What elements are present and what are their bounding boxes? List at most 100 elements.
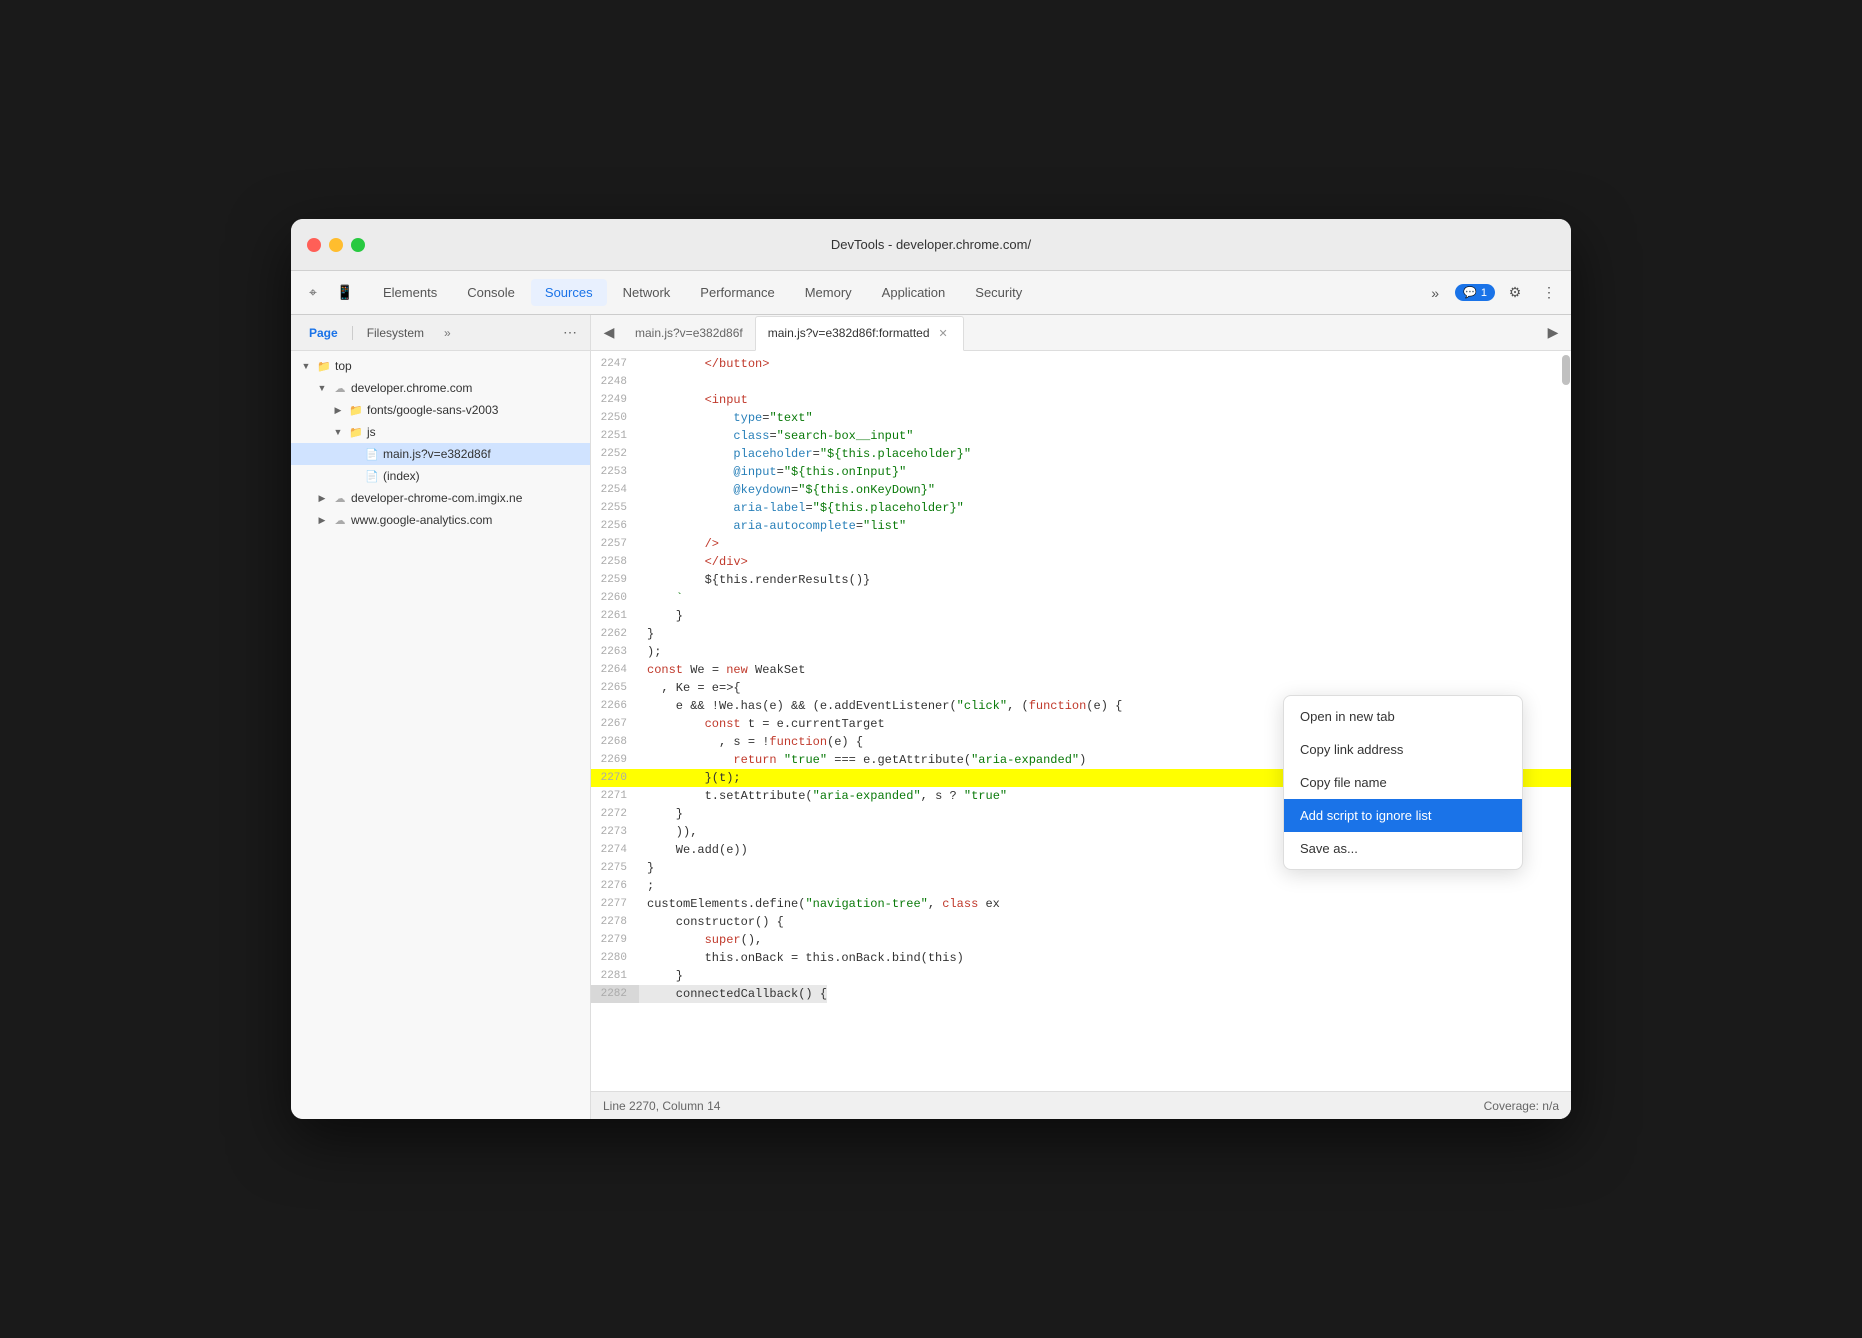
- maximize-button[interactable]: [351, 238, 365, 252]
- tab-elements[interactable]: Elements: [369, 279, 451, 306]
- tree-label-fonts: fonts/google-sans-v2003: [367, 403, 498, 417]
- sidebar-tab-separator: [352, 326, 353, 340]
- code-line-2281: 2281 }: [591, 967, 1571, 985]
- traffic-lights: [307, 238, 365, 252]
- settings-btn[interactable]: ⚙: [1501, 279, 1529, 307]
- tab-console[interactable]: Console: [453, 279, 529, 306]
- minimize-button[interactable]: [329, 238, 343, 252]
- sidebar-tab-filesystem[interactable]: Filesystem: [357, 322, 434, 344]
- context-menu-copy-filename[interactable]: Copy file name: [1284, 766, 1522, 799]
- sidebar-tab-page[interactable]: Page: [299, 322, 348, 344]
- code-lines: 2247 </button> 2248 2249 <input 2250: [591, 351, 1571, 1007]
- arrow-icon-dev-chrome: ▼: [315, 381, 329, 395]
- context-menu-copy-link[interactable]: Copy link address: [1284, 733, 1522, 766]
- sidebar-actions: ⋯: [558, 321, 582, 345]
- folder-icon-js: 📁: [348, 424, 364, 440]
- tree-label-analytics: www.google-analytics.com: [351, 513, 492, 527]
- tab-network[interactable]: Network: [609, 279, 685, 306]
- sidebar: Page Filesystem » ⋯ ▼ 📁 top: [291, 315, 591, 1119]
- context-menu: Open in new tab Copy link address Copy f…: [1283, 695, 1523, 870]
- arrow-icon-js: ▼: [331, 425, 345, 439]
- code-line-2282: 2282 connectedCallback() {: [591, 985, 1571, 1003]
- scrollbar-thumb[interactable]: [1562, 355, 1570, 385]
- cloud-icon-dev-chrome: ☁: [332, 380, 348, 396]
- sidebar-more-btn[interactable]: »: [438, 324, 457, 342]
- code-line-2257: 2257 />: [591, 535, 1571, 553]
- tree-item-imgix[interactable]: ▶ ☁ developer-chrome-com.imgix.ne: [291, 487, 590, 509]
- code-line-2254: 2254 @keydown="${this.onKeyDown}": [591, 481, 1571, 499]
- code-line-2251: 2251 class="search-box__input": [591, 427, 1571, 445]
- tabbar-controls: ⌖ 📱: [299, 279, 359, 307]
- tree-label-imgix: developer-chrome-com.imgix.ne: [351, 491, 522, 505]
- code-line-2249: 2249 <input: [591, 391, 1571, 409]
- code-line-2277: 2277 customElements.define("navigation-t…: [591, 895, 1571, 913]
- tree-item-main-js[interactable]: ▶ 📄 main.js?v=e382d86f: [291, 443, 590, 465]
- scrollbar-track[interactable]: [1561, 351, 1571, 1091]
- context-menu-open-new-tab[interactable]: Open in new tab: [1284, 700, 1522, 733]
- tab-memory[interactable]: Memory: [791, 279, 866, 306]
- code-line-2253: 2253 @input="${this.onInput}": [591, 463, 1571, 481]
- tree-item-js[interactable]: ▼ 📁 js: [291, 421, 590, 443]
- code-line-2262: 2262 }: [591, 625, 1571, 643]
- code-line-2276: 2276 ;: [591, 877, 1571, 895]
- folder-icon-fonts: 📁: [348, 402, 364, 418]
- sidebar-sync-btn[interactable]: ⋯: [558, 321, 582, 345]
- code-tab-main-js-plain[interactable]: main.js?v=e382d86f: [623, 315, 755, 350]
- code-tab-main-js-formatted[interactable]: main.js?v=e382d86f:formatted ✕: [755, 316, 964, 351]
- tree-item-index[interactable]: ▶ 📄 (index): [291, 465, 590, 487]
- cursor-icon-btn[interactable]: ⌖: [299, 279, 327, 307]
- code-line-2255: 2255 aria-label="${this.placeholder}": [591, 499, 1571, 517]
- context-menu-add-ignore[interactable]: Add script to ignore list: [1284, 799, 1522, 832]
- tree-label-index: (index): [383, 469, 420, 483]
- code-line-2250: 2250 type="text": [591, 409, 1571, 427]
- tab-security[interactable]: Security: [961, 279, 1036, 306]
- code-line-2280: 2280 this.onBack = this.onBack.bind(this…: [591, 949, 1571, 967]
- titlebar: DevTools - developer.chrome.com/: [291, 219, 1571, 271]
- cloud-icon-analytics: ☁: [332, 512, 348, 528]
- more-tabs-btn[interactable]: »: [1421, 279, 1449, 307]
- badge-count: 1: [1481, 287, 1487, 299]
- tab-performance[interactable]: Performance: [686, 279, 788, 306]
- tree-item-analytics[interactable]: ▶ ☁ www.google-analytics.com: [291, 509, 590, 531]
- code-line-2260: 2260 `: [591, 589, 1571, 607]
- context-menu-save-as[interactable]: Save as...: [1284, 832, 1522, 865]
- file-tree: ▼ 📁 top ▼ ☁ developer.chrome.com ▶ 📁 fon…: [291, 351, 590, 1119]
- tree-item-dev-chrome[interactable]: ▼ ☁ developer.chrome.com: [291, 377, 590, 399]
- code-tab-nav-back[interactable]: ◀: [595, 319, 623, 347]
- tab-application[interactable]: Application: [868, 279, 960, 306]
- code-line-2264: 2264 const We = new WeakSet: [591, 661, 1571, 679]
- status-coverage: Coverage: n/a: [1484, 1099, 1559, 1113]
- tabbar-right: » 💬 1 ⚙ ⋮: [1421, 279, 1563, 307]
- main-content: Page Filesystem » ⋯ ▼ 📁 top: [291, 315, 1571, 1119]
- code-line-2247: 2247 </button>: [591, 355, 1571, 373]
- close-button[interactable]: [307, 238, 321, 252]
- main-tabbar: ⌖ 📱 Elements Console Sources Network Per…: [291, 271, 1571, 315]
- code-tab-close-btn[interactable]: ✕: [936, 326, 951, 341]
- devtools-window: DevTools - developer.chrome.com/ ⌖ 📱 Ele…: [291, 219, 1571, 1119]
- arrow-icon-fonts: ▶: [331, 403, 345, 417]
- file-icon-main-js: 📄: [364, 446, 380, 462]
- status-bar: Line 2270, Column 14 Coverage: n/a: [591, 1091, 1571, 1119]
- folder-icon-top: 📁: [316, 358, 332, 374]
- more-menu-btn[interactable]: ⋮: [1535, 279, 1563, 307]
- device-icon-btn[interactable]: 📱: [331, 279, 359, 307]
- window-title: DevTools - developer.chrome.com/: [831, 237, 1031, 252]
- code-line-2263: 2263 );: [591, 643, 1571, 661]
- code-panel-collapse-btn[interactable]: ▶: [1539, 319, 1567, 347]
- code-line-2279: 2279 super(),: [591, 931, 1571, 949]
- tree-item-fonts[interactable]: ▶ 📁 fonts/google-sans-v2003: [291, 399, 590, 421]
- badge-icon: 💬: [1463, 286, 1477, 299]
- file-icon-index: 📄: [364, 468, 380, 484]
- code-tab-label-formatted: main.js?v=e382d86f:formatted: [768, 326, 930, 340]
- tab-sources[interactable]: Sources: [531, 279, 607, 306]
- status-position: Line 2270, Column 14: [603, 1099, 720, 1113]
- code-line-2252: 2252 placeholder="${this.placeholder}": [591, 445, 1571, 463]
- code-panel: ◀ main.js?v=e382d86f main.js?v=e382d86f:…: [591, 315, 1571, 1119]
- cloud-icon-imgix: ☁: [332, 490, 348, 506]
- sidebar-tabs: Page Filesystem » ⋯: [291, 315, 590, 351]
- tree-label-top: top: [335, 359, 352, 373]
- code-line-2248: 2248: [591, 373, 1571, 391]
- code-line-2278: 2278 constructor() {: [591, 913, 1571, 931]
- tree-item-top[interactable]: ▼ 📁 top: [291, 355, 590, 377]
- notifications-badge[interactable]: 💬 1: [1455, 284, 1495, 301]
